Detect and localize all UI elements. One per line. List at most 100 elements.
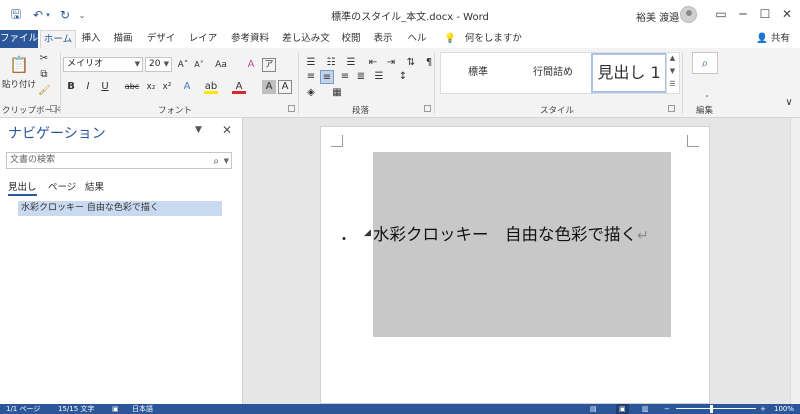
align-center-icon[interactable]: ≡ [320,70,334,84]
collapse-ribbon-icon[interactable]: ∨ [782,96,796,110]
save-icon[interactable]: 🖫 [8,7,24,23]
multilevel-list-icon[interactable]: ☰ [344,56,358,70]
status-page[interactable]: 1/1 ページ [6,404,40,414]
nav-heading-item[interactable]: 水彩クロッキー 自由な色彩で描く [18,201,222,216]
align-right-icon[interactable]: ≡ [338,70,352,84]
font-size-combo[interactable]: 20 ▼ [145,57,172,72]
minimize-button[interactable]: ─ [732,5,754,23]
clipboard-launcher-icon[interactable] [50,105,57,112]
copy-icon[interactable]: ⧉ [38,68,50,82]
change-case-button[interactable]: Aa [212,58,230,72]
italic-button[interactable]: I [83,80,93,94]
tab-view[interactable]: 表示 [372,30,394,48]
vertical-scrollbar[interactable] [790,118,800,404]
cut-icon[interactable]: ✂ [38,52,50,66]
styles-launcher-icon[interactable] [668,105,675,112]
superscript-button[interactable]: x² [160,80,174,94]
font-name-combo[interactable]: メイリオ ▼ [63,57,143,72]
print-layout-icon[interactable]: ▣ [616,404,629,414]
zoom-out-icon[interactable]: − [664,404,670,414]
font-color-icon[interactable]: A [232,80,246,94]
proofing-icon[interactable]: ▣ [112,404,119,414]
zoom-slider[interactable] [676,408,756,409]
style-heading1[interactable]: 見出し 1 [591,53,667,93]
style-normal[interactable]: 標準 [441,53,515,93]
close-button[interactable]: ✕ [776,5,798,23]
maximize-button[interactable]: ☐ [754,5,776,23]
customize-qat-icon[interactable]: ⌄ [77,7,87,23]
tab-headings[interactable]: 見出し [8,180,37,196]
status-language[interactable]: 日本語 [132,404,153,414]
lightbulb-icon: 💡 [444,33,456,44]
tell-me-search[interactable]: 💡 何をしますか [444,30,522,48]
clear-formatting-button[interactable]: A [244,58,258,72]
read-mode-icon[interactable]: ▤ [590,404,597,414]
user-name[interactable]: 裕美 渡邉 [636,9,679,24]
tab-references[interactable]: 参考資料 [230,30,270,48]
avatar[interactable] [680,6,697,23]
heading-paragraph[interactable]: 水彩クロッキー 自由な色彩で描く↵ [373,221,649,245]
editing-dropdown-icon[interactable]: ˅ [702,92,712,106]
paste-icon[interactable]: 📋 [8,54,30,76]
format-painter-icon[interactable]: 🖌 [38,84,51,98]
chevron-up-icon[interactable]: ▲ [667,52,678,65]
strikethrough-button[interactable]: abc [123,80,141,94]
justify-icon[interactable]: ≣ [354,70,368,84]
character-border-icon[interactable]: A [278,80,292,94]
more-styles-icon[interactable]: ☰ [667,78,678,91]
style-no-spacing[interactable]: 行間詰め [515,53,591,93]
status-words[interactable]: 15/15 文字 [58,404,94,414]
character-shading-icon[interactable]: A [262,80,276,94]
tab-review[interactable]: 校閲 [340,30,362,48]
decrease-indent-icon[interactable]: ⇤ [366,56,380,70]
collapse-heading-icon[interactable]: ◢ [364,228,371,238]
distributed-icon[interactable]: ☰ [372,70,386,84]
shrink-font-button[interactable]: A˅ [192,58,206,72]
undo-dropdown-icon[interactable]: ▾ [44,7,52,23]
search-icon[interactable]: ⌕ [213,154,219,169]
shading-icon[interactable]: ◈ [304,86,318,100]
close-icon[interactable]: ✕ [222,123,232,137]
sort-icon[interactable]: ⇅ [404,56,418,70]
redo-icon[interactable]: ↻ [57,7,73,23]
increase-indent-icon[interactable]: ⇥ [384,56,398,70]
styles-scroll[interactable]: ▲ ▼ ☰ [666,52,678,94]
share-button[interactable]: 👤 共有 [756,30,790,48]
align-left-icon[interactable]: ≡ [304,70,318,84]
nav-search-input[interactable]: 文書の検索 ⌕ ▼ [6,152,232,169]
zoom-level[interactable]: 100% [774,404,794,414]
ribbon-display-options-icon[interactable]: ▭ [710,5,732,23]
chevron-down-icon[interactable]: ▼ [667,65,678,78]
font-launcher-icon[interactable] [288,105,295,112]
paste-button[interactable]: 貼り付け [2,78,36,92]
bold-button[interactable]: B [66,80,76,94]
text-effects-icon[interactable]: A [180,80,194,94]
borders-icon[interactable]: ▦ [330,86,344,100]
bullets-icon[interactable]: ☰ [304,56,318,70]
tab-help[interactable]: ヘルプ [404,30,430,62]
grow-font-button[interactable]: A˄ [176,58,190,72]
numbering-icon[interactable]: ☷ [324,56,338,70]
highlight-icon[interactable]: ab [204,80,218,94]
underline-button[interactable]: U [100,80,110,94]
line-spacing-icon[interactable]: ↕ [396,70,410,84]
subscript-button[interactable]: x₂ [144,80,158,94]
editing-button[interactable]: ⌕ [692,52,718,74]
chevron-down-icon[interactable]: ▼ [224,154,229,169]
tab-layout[interactable]: レイアウト [186,30,220,62]
document-page[interactable]: ・ ◢ 水彩クロッキー 自由な色彩で描く↵ [320,126,710,404]
tab-insert[interactable]: 挿入 [80,30,102,48]
zoom-slider-thumb[interactable] [710,405,713,413]
phonetic-guide-button[interactable]: ア [262,58,276,72]
paragraph-launcher-icon[interactable] [424,105,431,112]
tab-mailings[interactable]: 差し込み文書 [281,30,331,62]
web-layout-icon[interactable]: ▥ [642,404,649,414]
tab-pages[interactable]: ページ [48,180,76,196]
tab-file[interactable]: ファイル [0,30,38,48]
tab-design[interactable]: デザイン [144,30,178,62]
zoom-in-icon[interactable]: + [760,404,766,414]
tab-draw[interactable]: 描画 [112,30,134,48]
tab-home[interactable]: ホーム [40,30,76,48]
chevron-down-icon[interactable]: ▼ [195,125,202,135]
tab-results[interactable]: 結果 [85,180,104,196]
